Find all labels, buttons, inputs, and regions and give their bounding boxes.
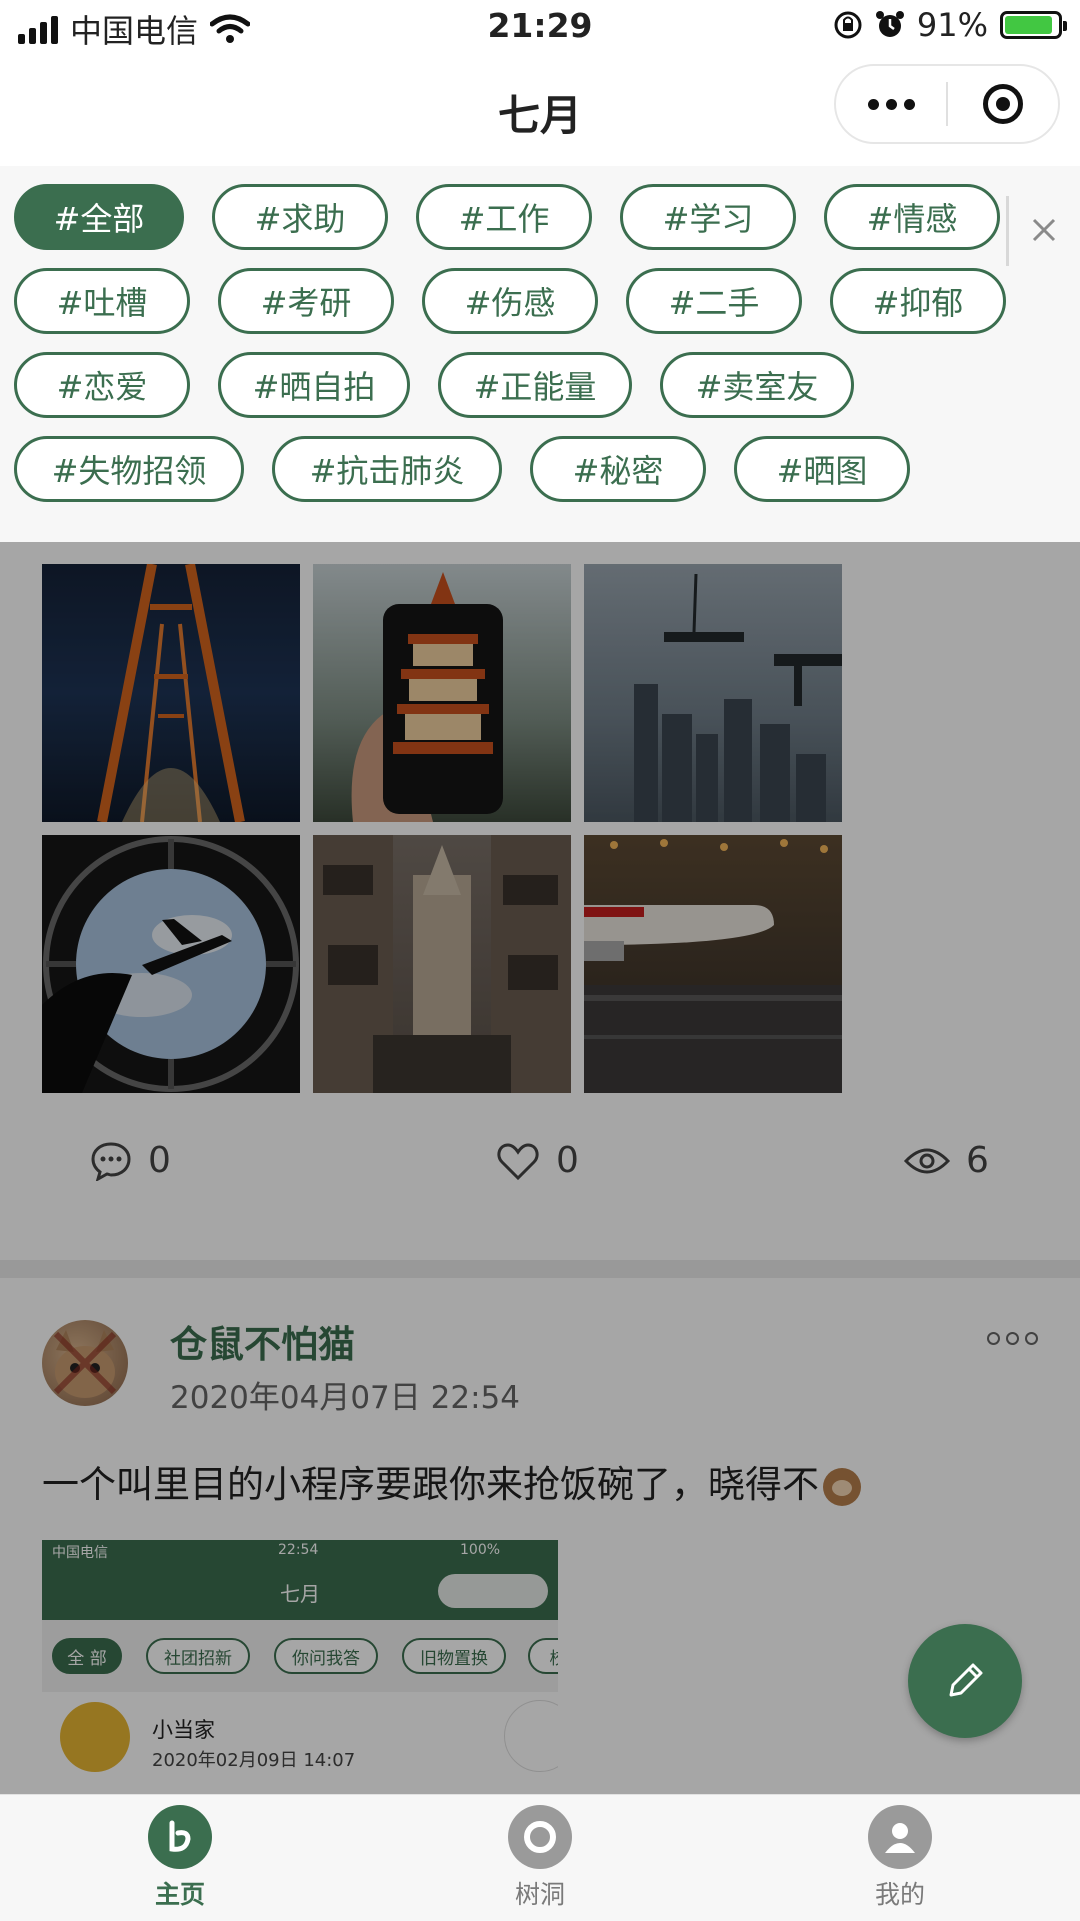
target-icon: [983, 84, 1023, 124]
tag-chip[interactable]: #学习: [620, 184, 796, 250]
tag-chip[interactable]: #伤感: [422, 268, 598, 334]
tab-mine[interactable]: 我的: [820, 1805, 980, 1911]
tag-chip[interactable]: #失物招领: [14, 436, 244, 502]
user-icon: [868, 1805, 932, 1869]
new-post-button[interactable]: [908, 1624, 1022, 1738]
rotation-lock-icon: [834, 11, 862, 39]
tab-home[interactable]: 主页: [100, 1805, 260, 1911]
more-dot: [903, 98, 915, 110]
tag-chip[interactable]: #晒自拍: [218, 352, 410, 418]
more-button[interactable]: [836, 66, 946, 142]
mini-program-capsule: [834, 64, 1060, 144]
navigation-bar: 七月: [0, 54, 1080, 166]
battery-percent: 91%: [916, 6, 988, 44]
tag-chip[interactable]: #晒图: [734, 436, 910, 502]
feed-list[interactable]: 0 0 6 仓鼠不怕猫 2020年04月07日 22:54 一个叫里目的小程序要…: [0, 542, 1080, 1794]
home-icon: [148, 1805, 212, 1869]
tag-chip[interactable]: #正能量: [438, 352, 632, 418]
close-icon[interactable]: [1026, 212, 1062, 248]
tag-panel-divider: [1006, 196, 1009, 266]
tab-treehole[interactable]: 树洞: [460, 1805, 620, 1911]
tag-chip[interactable]: #求助: [212, 184, 388, 250]
tag-filter-panel: #全部 #求助 #工作 #学习 #情感 #吐槽 #考研 #伤感 #二手 #抑郁 #恋爱 #晒自拍 #正能…: [0, 166, 1080, 542]
battery-icon: [1000, 11, 1067, 39]
tag-chip[interactable]: #情感: [824, 184, 1000, 250]
dim-overlay[interactable]: [0, 542, 1080, 1794]
tag-chip[interactable]: #抑郁: [830, 268, 1006, 334]
status-bar: 中国电信 21:29 91%: [0, 0, 1080, 54]
tag-chip[interactable]: #工作: [416, 184, 592, 250]
tag-chip[interactable]: #吐槽: [14, 268, 190, 334]
pencil-icon: [949, 1663, 983, 1697]
tag-chip[interactable]: #卖室友: [660, 352, 854, 418]
more-dot: [885, 98, 897, 110]
tab-treehole-label: 树洞: [514, 1880, 565, 1909]
tag-chip[interactable]: #恋爱: [14, 352, 190, 418]
tag-chip[interactable]: #全部: [14, 184, 184, 250]
tag-chip[interactable]: #抗击肺炎: [272, 436, 502, 502]
tag-chip[interactable]: #二手: [626, 268, 802, 334]
battery-level: [1005, 16, 1053, 34]
tab-mine-label: 我的: [874, 1880, 925, 1909]
more-dots-icon: [867, 98, 879, 110]
alarm-icon: [875, 11, 904, 37]
close-mini-program-button[interactable]: [948, 66, 1058, 142]
tab-home-label: 主页: [154, 1880, 205, 1909]
tag-chip[interactable]: #秘密: [530, 436, 706, 502]
tag-chip[interactable]: #考研: [218, 268, 394, 334]
status-right: 91%: [833, 6, 1067, 44]
treehole-icon: [508, 1805, 572, 1869]
bottom-tab-bar: 主页 树洞 我的: [0, 1794, 1080, 1921]
